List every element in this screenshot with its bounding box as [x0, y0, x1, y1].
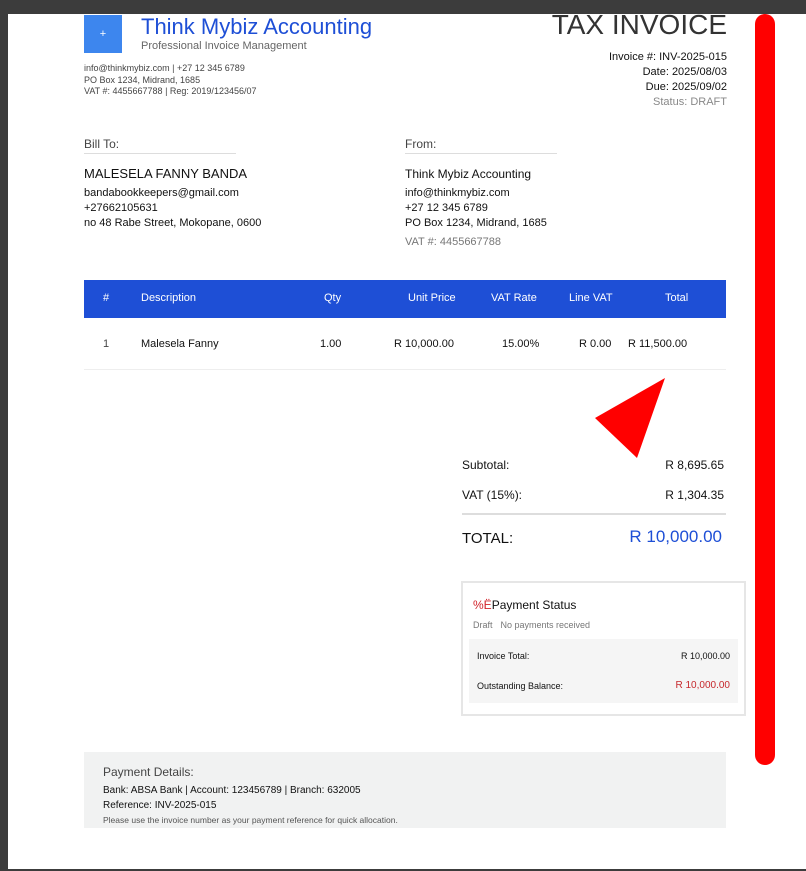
payment-instructions-note: Please use the invoice number as your pa… [103, 815, 398, 825]
table-row: 1 Malesela Fanny 1.00 R 10,000.00 15.00%… [84, 318, 726, 370]
company-contact-line: info@thinkmybiz.com | +27 12 345 6789 [84, 63, 245, 73]
company-tagline: Professional Invoice Management [141, 40, 307, 52]
col-number-header: # [103, 292, 110, 304]
company-reg-line: VAT #: 4455667788 | Reg: 2019/123456/07 [84, 86, 257, 96]
row-qty: 1.00 [320, 338, 342, 350]
red-vertical-line-annotation [755, 14, 775, 765]
payment-status-title: %ËPayment Status [473, 598, 576, 612]
bill-to-name: MALESELA FANNY BANDA [84, 166, 248, 181]
bill-to-email: bandabookkeepers@gmail.com [84, 187, 239, 199]
red-arrow-annotation [595, 378, 665, 458]
from-email: info@thinkmybiz.com [405, 187, 510, 199]
subtotal-value: R 8,695.65 [665, 458, 724, 472]
payment-state: Draft [473, 620, 493, 630]
summary-divider [462, 513, 726, 515]
col-unit-price-header: Unit Price [408, 292, 456, 304]
row-number: 1 [103, 338, 110, 350]
from-vat: VAT #: 4455667788 [405, 236, 502, 248]
row-unit-price: R 10,000.00 [394, 338, 454, 350]
payment-status-subline: Draft No payments received [473, 620, 590, 630]
payment-bank-line: Bank: ABSA Bank | Account: 123456789 | B… [103, 785, 361, 796]
from-address: PO Box 1234, Midrand, 1685 [405, 217, 547, 229]
invoice-page: + Think Mybiz Accounting Professional In… [8, 9, 806, 869]
col-qty-header: Qty [324, 292, 342, 304]
company-logo: + [84, 15, 122, 53]
row-total: R 11,500.00 [628, 338, 688, 350]
invoice-total-value: R 10,000.00 [680, 651, 730, 661]
items-table-header: # Description Qty Unit Price VAT Rate Li… [84, 280, 726, 318]
payment-status-card: %ËPayment Status Draft No payments receiv… [461, 581, 746, 716]
col-line-vat-header: Line VAT [569, 292, 613, 304]
outstanding-balance-value: R 10,000.00 [675, 680, 731, 691]
total-value: R 10,000.00 [629, 527, 722, 546]
col-description-header: Description [141, 292, 197, 304]
bill-to-label: Bill To: [84, 137, 236, 154]
from-name: Think Mybiz Accounting [405, 167, 532, 181]
payment-note: No payments received [500, 620, 591, 630]
col-vat-rate-header: VAT Rate [491, 292, 537, 304]
invoice-date: Date: 2025/08/03 [642, 66, 727, 78]
payment-status-icon: %Ë [473, 598, 492, 612]
from-phone: +27 12 345 6789 [405, 202, 488, 214]
row-description: Malesela Fanny [141, 338, 219, 350]
invoice-number: Invoice #: INV-2025-015 [608, 51, 727, 63]
invoice-status: Status: DRAFT [653, 96, 727, 108]
outstanding-balance-label: Outstanding Balance: [477, 681, 564, 691]
payment-details-box: Payment Details: Bank: ABSA Bank | Accou… [84, 752, 726, 828]
subtotal-label: Subtotal: [462, 458, 510, 472]
total-label: TOTAL: [462, 530, 514, 547]
vat-label: VAT (15%): [462, 488, 523, 502]
col-total-header: Total [665, 292, 689, 304]
invoice-total-label: Invoice Total: [477, 651, 530, 661]
payment-details-title: Payment Details: [103, 765, 194, 779]
bill-to-phone: +27662105631 [84, 202, 158, 214]
payment-summary-box: Invoice Total: R 10,000.00 Outstanding B… [469, 639, 738, 703]
bill-to-address: no 48 Rabe Street, Mokopane, 0600 [84, 217, 262, 229]
viewer-left-edge [0, 0, 8, 871]
row-vat-rate: 15.00% [502, 338, 540, 350]
from-label: From: [405, 137, 557, 154]
row-line-vat: R 0.00 [579, 338, 612, 350]
company-name: Think Mybiz Accounting [141, 14, 373, 39]
payment-status-heading: Payment Status [491, 598, 577, 612]
payment-reference-line: Reference: INV-2025-015 [103, 800, 217, 811]
invoice-title: TAX INVOICE [551, 9, 727, 40]
company-address-line: PO Box 1234, Midrand, 1685 [84, 75, 201, 85]
invoice-due-date: Due: 2025/09/02 [645, 81, 727, 93]
vat-value: R 1,304.35 [665, 488, 724, 502]
